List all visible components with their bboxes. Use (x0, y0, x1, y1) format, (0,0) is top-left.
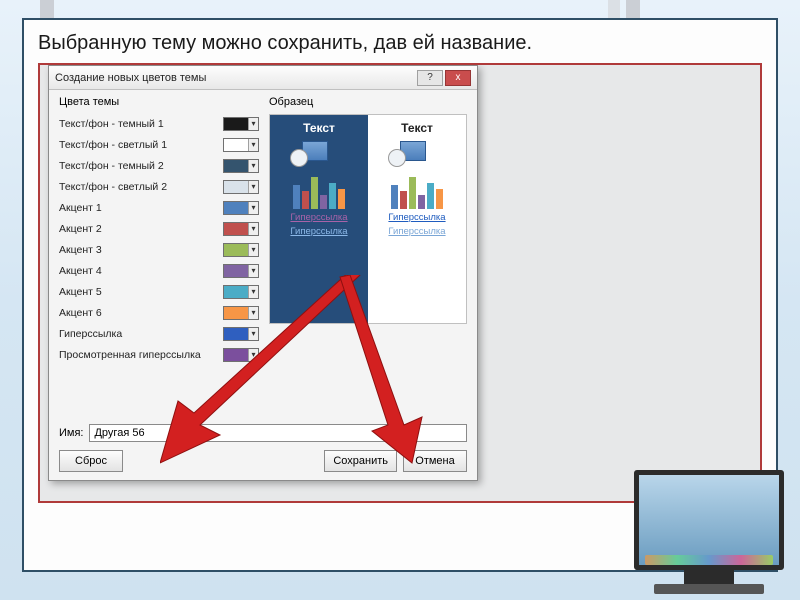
chevron-down-icon: ▾ (248, 118, 258, 130)
color-swatch-dropdown[interactable]: ▾ (223, 159, 259, 173)
color-label: Текст/фон - темный 1 (59, 118, 164, 130)
chart-bar (409, 177, 416, 209)
chart-bar (302, 191, 309, 209)
reset-button[interactable]: Сброс (59, 450, 123, 472)
chart-bar (400, 191, 407, 209)
chevron-down-icon: ▾ (248, 181, 258, 193)
preview-dark-text: Текст (303, 121, 335, 135)
chart-bar (391, 185, 398, 209)
color-row: Акцент 1 ▾ (59, 198, 259, 218)
close-button[interactable]: x (445, 70, 471, 86)
color-swatch-dropdown[interactable]: ▾ (223, 243, 259, 257)
color-label: Акцент 3 (59, 244, 102, 256)
color-label: Акцент 5 (59, 286, 102, 298)
color-row: Акцент 3 ▾ (59, 240, 259, 260)
chevron-down-icon: ▾ (248, 160, 258, 172)
color-label: Текст/фон - темный 2 (59, 160, 164, 172)
hyperlink-light-2[interactable]: Гиперссылка (388, 226, 445, 237)
dialog-titlebar[interactable]: Создание новых цветов темы ? x (49, 66, 477, 90)
chevron-down-icon: ▾ (248, 202, 258, 214)
hyperlink-light-1[interactable]: Гиперссылка (388, 212, 445, 223)
chevron-down-icon: ▾ (248, 139, 258, 151)
screenshot-area: Создание новых цветов темы ? x Цвета тем… (38, 63, 762, 503)
help-button[interactable]: ? (417, 70, 443, 86)
chart-bar (329, 183, 336, 209)
color-label: Акцент 1 (59, 202, 102, 214)
sample-section-label: Образец (269, 96, 467, 108)
color-label: Текст/фон - светлый 2 (59, 181, 167, 193)
color-row: Текст/фон - темный 2 ▾ (59, 156, 259, 176)
hyperlink-dark-1[interactable]: Гиперссылка (290, 212, 347, 223)
chart-bar (418, 195, 425, 209)
arrow-to-save (310, 275, 450, 475)
color-row: Текст/фон - светлый 1 ▾ (59, 135, 259, 155)
color-row: Акцент 2 ▾ (59, 219, 259, 239)
dock-icon (645, 555, 773, 565)
preview-light-text: Текст (401, 121, 433, 135)
color-row: Текст/фон - темный 1 ▾ (59, 114, 259, 134)
chart-bar (293, 185, 300, 209)
hyperlink-dark-2[interactable]: Гиперссылка (290, 226, 347, 237)
color-swatch-dropdown[interactable]: ▾ (223, 180, 259, 194)
colors-section-label: Цвета темы (59, 96, 259, 108)
color-swatch-dropdown[interactable]: ▾ (223, 117, 259, 131)
color-label: Акцент 4 (59, 265, 102, 277)
chart-bar (338, 189, 345, 209)
color-label: Гиперссылка (59, 328, 122, 340)
chart-bar (311, 177, 318, 209)
color-label: Текст/фон - светлый 1 (59, 139, 167, 151)
monitor-graphic (634, 470, 784, 594)
slide-caption: Выбранную тему можно сохранить, дав ей н… (38, 32, 762, 55)
color-swatch-dropdown[interactable]: ▾ (223, 138, 259, 152)
chart-bar (427, 183, 434, 209)
color-row: Текст/фон - светлый 2 ▾ (59, 177, 259, 197)
dialog-title: Создание новых цветов темы (55, 72, 206, 84)
color-label: Акцент 6 (59, 307, 102, 319)
name-label: Имя: (59, 427, 83, 439)
chart-bar (320, 195, 327, 209)
color-swatch-dropdown[interactable]: ▾ (223, 222, 259, 236)
chart-bar (436, 189, 443, 209)
chevron-down-icon: ▾ (248, 223, 258, 235)
color-label: Акцент 2 (59, 223, 102, 235)
color-swatch-dropdown[interactable]: ▾ (223, 201, 259, 215)
chevron-down-icon: ▾ (248, 244, 258, 256)
